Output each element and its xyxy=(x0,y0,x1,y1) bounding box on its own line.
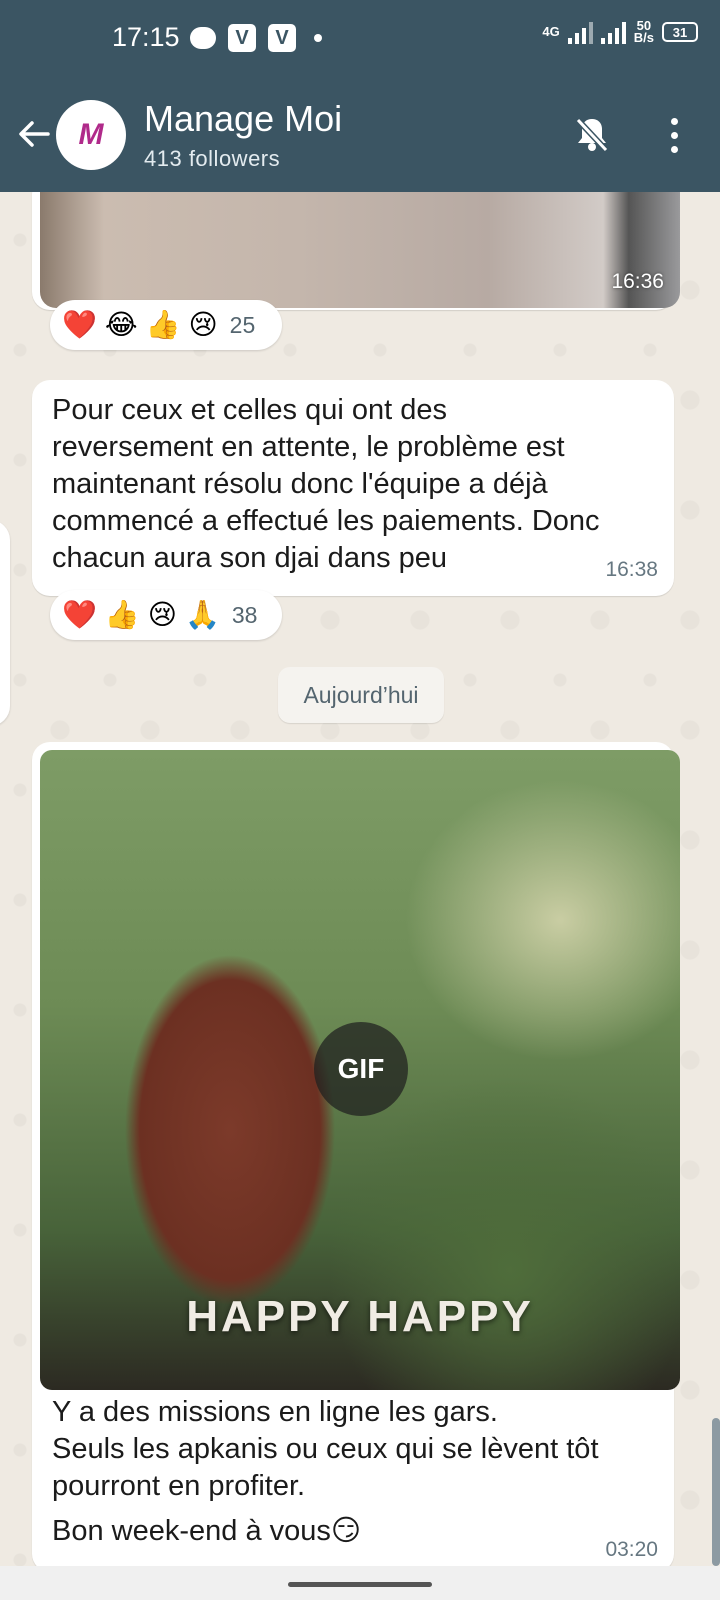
reaction-count: 25 xyxy=(229,311,256,338)
thumbs-up-reaction: 👍 xyxy=(104,599,140,630)
system-indicators: 4G 50 B/s 31 xyxy=(542,19,698,45)
gif-message[interactable]: HAPPY HAPPY Y a des missions en ligne le… xyxy=(32,742,680,1572)
app-v-icon: V xyxy=(228,24,256,52)
gif-caption: HAPPY HAPPY xyxy=(186,1292,534,1341)
reactions-bar[interactable]: ❤️ 😂 👍 😢 25 xyxy=(50,300,282,350)
app-v-icon: V xyxy=(268,24,296,52)
gif-play-button[interactable]: GIF xyxy=(314,1022,408,1116)
heart-reaction: ❤️ xyxy=(62,309,97,340)
more-notifications-icon xyxy=(314,34,322,42)
more-vertical-icon[interactable] xyxy=(660,118,688,158)
data-speed: 50 B/s xyxy=(633,19,654,45)
side-panel-handle[interactable] xyxy=(0,520,10,726)
message-bubble-icon xyxy=(190,27,216,49)
message-line: Bon week-end à vous😏 xyxy=(52,1515,362,1547)
battery-icon: 31 xyxy=(662,22,698,42)
message-time: 16:36 xyxy=(611,270,664,293)
pray-reaction: 🙏 xyxy=(184,599,220,630)
message-line: Pour ceux et celles qui ont des xyxy=(52,394,447,426)
bell-off-icon[interactable] xyxy=(570,112,614,156)
sad-reaction: 😢 xyxy=(147,599,177,630)
message-line: commencé a effectué les paiements. Donc xyxy=(52,505,600,537)
message-line: Seuls les apkanis ou ceux qui se lèvent … xyxy=(52,1433,599,1465)
message-line: pourront en profiter. xyxy=(52,1470,306,1502)
message-body: Pour ceux et celles qui ont des reversem… xyxy=(52,392,600,577)
message-line: Y a des missions en ligne les gars. xyxy=(52,1396,498,1428)
scrollbar[interactable] xyxy=(712,1418,720,1566)
message-time: 03:20 xyxy=(605,1538,658,1561)
message-time: 16:38 xyxy=(605,558,658,581)
reactions-bar[interactable]: ❤️ 👍 😢 🙏 38 xyxy=(50,590,282,640)
notification-icons: V V xyxy=(190,24,322,52)
channel-logo-icon: M xyxy=(78,118,104,151)
app-header: 17:15 V V 4G 50 B/s 31 M Manage Moi 413 … xyxy=(0,0,720,192)
laugh-reaction: 😂 xyxy=(104,309,138,340)
channel-followers: 413 followers xyxy=(144,146,281,171)
signal-icon xyxy=(567,20,593,44)
message-body: Y a des missions en ligne les gars. Seul… xyxy=(52,1394,599,1550)
message-line: maintenant résolu donc l'équipe a déjà xyxy=(52,468,548,500)
signal-icon xyxy=(600,20,626,44)
message-line: reversement en attente, le problème est xyxy=(52,431,565,463)
text-message[interactable]: Pour ceux et celles qui ont des reversem… xyxy=(32,380,674,596)
thumbs-up-reaction: 👍 xyxy=(145,309,181,340)
channel-avatar[interactable]: M xyxy=(56,100,126,170)
image-thumbnail[interactable]: 16:36 xyxy=(40,192,680,308)
sad-reaction: 😢 xyxy=(188,309,218,340)
reaction-count: 38 xyxy=(231,601,258,628)
channel-title[interactable]: Manage Moi xyxy=(144,98,342,140)
network-type: 4G xyxy=(542,24,560,39)
date-divider: Aujourd’hui xyxy=(278,667,444,723)
arrow-left-icon[interactable] xyxy=(14,114,54,154)
home-gesture-bar[interactable] xyxy=(288,1582,432,1587)
heart-reaction: ❤️ xyxy=(62,599,97,630)
status-time: 17:15 xyxy=(112,22,180,52)
speed-unit: B/s xyxy=(633,30,654,45)
message-line: chacun aura son djai dans peu xyxy=(52,542,448,574)
